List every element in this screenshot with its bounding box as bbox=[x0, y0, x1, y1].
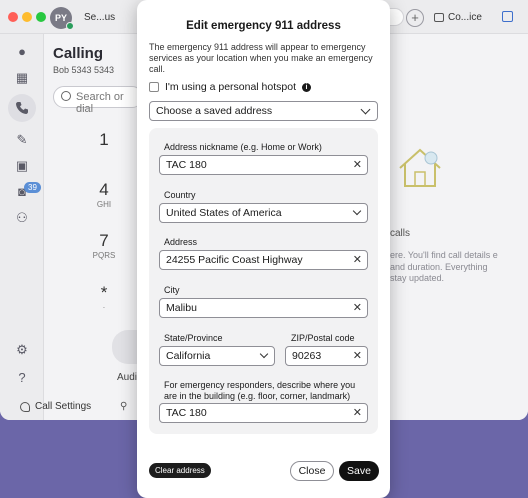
contacts-icon[interactable]: ▣ bbox=[14, 158, 30, 174]
hotspot-checkbox[interactable] bbox=[149, 82, 159, 92]
country-label: Country bbox=[164, 190, 196, 200]
contact-center-icon bbox=[434, 13, 444, 22]
dialog-title: Edit emergency 911 address bbox=[186, 20, 341, 32]
building-input[interactable]: TAC 180 ✕ bbox=[159, 403, 368, 423]
nickname-input[interactable]: TAC 180 ✕ bbox=[159, 155, 368, 175]
clear-city-icon[interactable]: ✕ bbox=[353, 301, 362, 314]
chevron-down-icon bbox=[259, 349, 269, 359]
clear-zip-icon[interactable]: ✕ bbox=[353, 349, 362, 362]
dial-key-7-letters: PQRS bbox=[92, 251, 116, 260]
zip-input[interactable]: 90263 ✕ bbox=[285, 346, 368, 366]
maximize-window-button[interactable] bbox=[36, 12, 46, 22]
search-icon bbox=[61, 91, 71, 101]
presence-dot bbox=[66, 22, 74, 30]
hotspot-row: I'm using a personal hotspot i bbox=[149, 81, 311, 93]
edit-emergency-address-dialog: Edit emergency 911 address The emergency… bbox=[137, 0, 390, 498]
city-input[interactable]: Malibu ✕ bbox=[159, 298, 368, 318]
clear-building-icon[interactable]: ✕ bbox=[353, 406, 362, 419]
info-icon[interactable]: i bbox=[302, 82, 311, 92]
close-button[interactable]: Close bbox=[290, 461, 334, 481]
page-title: Calling bbox=[53, 45, 104, 62]
calling-nav-item[interactable] bbox=[8, 94, 36, 122]
address-value: 24255 Pacific Coast Highway bbox=[166, 254, 303, 266]
navigation-rail: ● ▦ ✎ ▣ ◙ 39 ⚇ ⚙ ? bbox=[0, 34, 44, 420]
call-settings-button[interactable]: Call Settings bbox=[20, 401, 91, 412]
house-illustration-icon bbox=[399, 148, 441, 187]
address-label: Address bbox=[164, 237, 198, 247]
dial-key-4-letters: GHI bbox=[96, 200, 112, 209]
audio-label: Audi bbox=[117, 372, 138, 383]
nickname-value: TAC 180 bbox=[166, 159, 207, 171]
dial-key-1[interactable]: 1 bbox=[94, 130, 114, 150]
close-window-button[interactable] bbox=[8, 12, 18, 22]
country-select[interactable]: United States of America bbox=[159, 203, 368, 223]
dial-search-input[interactable]: Search or dial bbox=[53, 86, 143, 115]
zip-label: ZIP/Postal code bbox=[291, 333, 355, 343]
settings-gear-icon[interactable]: ⚙ bbox=[14, 342, 30, 358]
call-history-pane bbox=[388, 34, 528, 420]
dial-key-7[interactable]: 7 bbox=[94, 231, 114, 251]
history-empty-text: ere. You'll find call details e and dura… bbox=[390, 250, 498, 283]
user-status[interactable]: Se...us bbox=[84, 12, 115, 23]
minimize-window-button[interactable] bbox=[22, 12, 32, 22]
dialog-description: The emergency 911 address will appear to… bbox=[149, 42, 373, 74]
whiteboard-icon[interactable]: ✎ bbox=[14, 132, 30, 148]
contact-center-button[interactable]: Co...ice bbox=[434, 12, 482, 23]
phone-icon bbox=[16, 102, 28, 114]
messaging-icon[interactable]: ● bbox=[14, 44, 30, 60]
calling-line: Bob 5343 5343 bbox=[53, 65, 115, 75]
building-value: TAC 180 bbox=[166, 407, 207, 419]
city-value: Malibu bbox=[166, 302, 197, 314]
save-button[interactable]: Save bbox=[339, 461, 379, 481]
history-empty-title: calls bbox=[390, 228, 411, 239]
call-settings-icon bbox=[20, 401, 30, 412]
clear-address-icon[interactable]: ✕ bbox=[353, 253, 362, 266]
connection-icon[interactable]: ⚲ bbox=[120, 401, 127, 412]
calendar-icon[interactable]: ▦ bbox=[14, 70, 30, 86]
clear-address-button[interactable]: Clear address bbox=[149, 463, 211, 478]
country-value: United States of America bbox=[166, 207, 282, 219]
chevron-down-icon bbox=[360, 104, 371, 115]
search-field-edge[interactable] bbox=[388, 8, 404, 26]
popout-icon[interactable] bbox=[502, 11, 513, 22]
dial-key-4[interactable]: 4 bbox=[94, 180, 114, 200]
state-label: State/Province bbox=[164, 333, 223, 343]
dial-search-placeholder: Search or dial bbox=[76, 91, 124, 115]
help-icon[interactable]: ? bbox=[14, 370, 30, 386]
add-icon[interactable]: + bbox=[406, 9, 424, 27]
state-select[interactable]: California bbox=[159, 346, 275, 366]
teams-icon[interactable]: ⚇ bbox=[14, 210, 30, 226]
saved-address-placeholder: Choose a saved address bbox=[156, 105, 273, 117]
saved-address-select[interactable]: Choose a saved address bbox=[149, 101, 378, 121]
contact-center-label: Co...ice bbox=[448, 12, 482, 23]
nickname-label: Address nickname (e.g. Home or Work) bbox=[164, 142, 322, 152]
call-settings-label: Call Settings bbox=[35, 401, 92, 412]
dial-key-star-letters: · bbox=[102, 303, 106, 312]
city-label: City bbox=[164, 285, 180, 295]
clear-nickname-icon[interactable]: ✕ bbox=[353, 158, 362, 171]
zip-value: 90263 bbox=[292, 350, 322, 362]
address-input[interactable]: 24255 Pacific Coast Highway ✕ bbox=[159, 250, 368, 270]
building-label: For emergency responders, describe where… bbox=[164, 380, 356, 401]
hotspot-label: I'm using a personal hotspot bbox=[165, 81, 296, 93]
chevron-down-icon bbox=[352, 206, 362, 216]
voicemail-badge: 39 bbox=[24, 182, 41, 193]
state-value: California bbox=[166, 350, 211, 362]
dial-key-star[interactable]: * bbox=[94, 283, 114, 303]
